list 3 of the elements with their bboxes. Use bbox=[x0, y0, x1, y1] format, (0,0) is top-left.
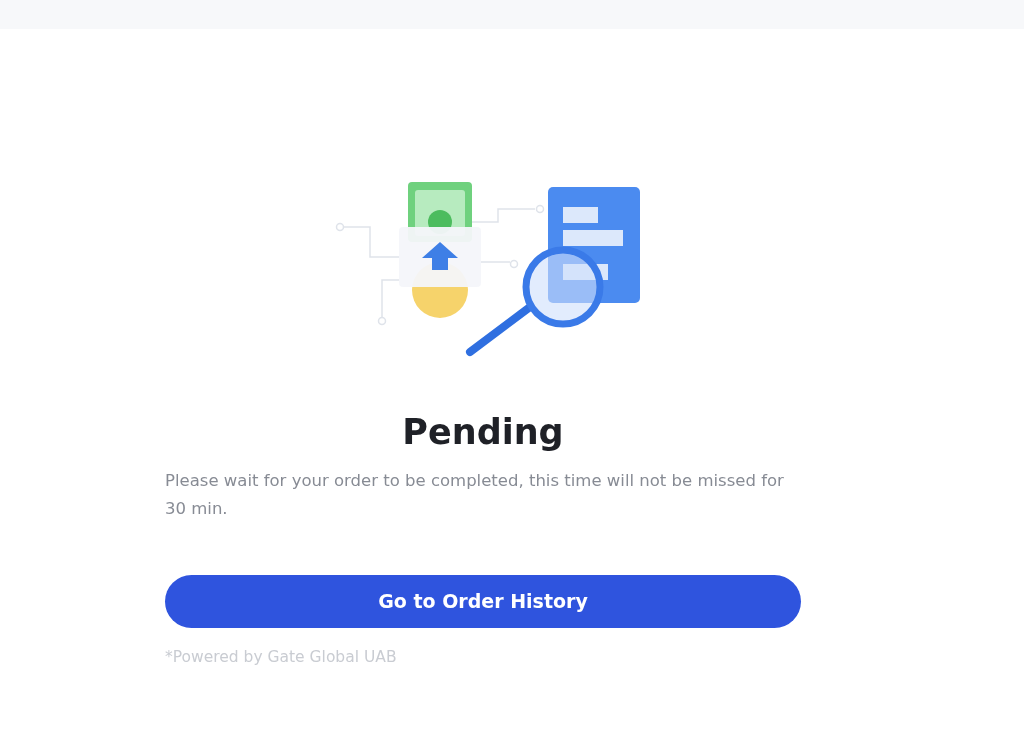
status-message: Please wait for your order to be completed, this time will not be missed for 30 min. bbox=[165, 470, 785, 520]
status-title: Pending bbox=[401, 411, 565, 453]
order-history-button[interactable]: Go to Order History bbox=[165, 575, 801, 628]
